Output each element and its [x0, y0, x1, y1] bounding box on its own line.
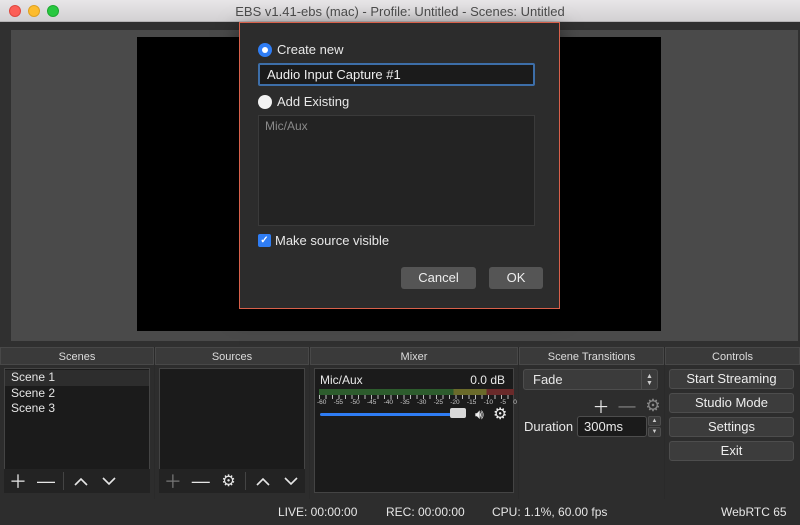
meter-scale-label: -60	[317, 399, 327, 406]
mixer-level-readout: 0.0 dB	[470, 373, 505, 387]
add-scene-button[interactable]: ＋	[4, 469, 32, 493]
scene-transitions-dock: Scene Transitions Fade ▲ ▼ ＋ — ⚙ Duration…	[519, 347, 664, 499]
toolbar-divider	[245, 472, 247, 490]
volume-meter-scale: -60 -55 -50 -45 -40 -35 -30 -25 -20 -15 …	[317, 399, 517, 406]
transition-select[interactable]: Fade ▲ ▼	[523, 369, 658, 390]
start-streaming-button[interactable]: Start Streaming	[669, 369, 794, 389]
meter-scale-label: -20	[450, 399, 460, 406]
create-new-label: Create new	[277, 42, 344, 57]
gear-icon: ⚙	[221, 473, 236, 490]
transition-properties-button[interactable]: ⚙	[643, 396, 663, 416]
source-properties-button[interactable]: ⚙	[215, 469, 243, 493]
meter-scale-label: -25	[433, 399, 443, 406]
make-visible-option[interactable]: ✓ Make source visible	[258, 233, 389, 248]
sources-list-box[interactable]	[159, 368, 305, 470]
mixer-dock-title: Mixer	[310, 347, 518, 365]
meter-scale-label: -45	[366, 399, 377, 406]
exit-button[interactable]: Exit	[669, 441, 794, 461]
webrtc-status: WebRTC 65	[721, 505, 787, 519]
minus-icon: —	[191, 470, 210, 491]
studio-mode-button[interactable]: Studio Mode	[669, 393, 794, 413]
create-new-option[interactable]: Create new	[258, 42, 343, 57]
chevron-up-icon	[74, 477, 88, 486]
scene-item[interactable]: Scene 2	[5, 386, 149, 402]
gear-icon[interactable]: ⚙	[493, 404, 507, 424]
scenes-list: Scene 1 Scene 2 Scene 3	[5, 369, 149, 417]
remove-scene-button[interactable]: —	[32, 469, 60, 493]
add-source-button[interactable]: ＋	[159, 469, 187, 493]
scene-transitions-dock-title: Scene Transitions	[519, 347, 664, 365]
move-scene-up-button[interactable]	[67, 469, 95, 493]
volume-slider-handle[interactable]	[450, 408, 467, 418]
cancel-button[interactable]: Cancel	[401, 267, 476, 289]
create-new-radio[interactable]	[258, 42, 272, 57]
remove-source-button[interactable]: —	[187, 469, 215, 493]
add-source-dialog: Create new Audio Input Capture #1 Add Ex…	[239, 22, 560, 309]
move-source-down-button[interactable]	[277, 469, 305, 493]
live-status: LIVE: 00:00:00	[278, 505, 358, 519]
status-bar: LIVE: 00:00:00 REC: 00:00:00 CPU: 1.1%, …	[0, 499, 800, 525]
rec-status: REC: 00:00:00	[386, 505, 465, 519]
ok-button[interactable]: OK	[489, 267, 543, 289]
meter-scale-label: -10	[483, 399, 493, 406]
dock-area: Scenes Scene 1 Scene 2 Scene 3 ＋ — Sourc…	[0, 347, 800, 499]
move-source-up-button[interactable]	[249, 469, 277, 493]
meter-scale-label: -40	[383, 399, 394, 406]
move-scene-down-button[interactable]	[95, 469, 123, 493]
source-name-input[interactable]: Audio Input Capture #1	[258, 63, 535, 86]
cpu-status: CPU: 1.1%, 60.00 fps	[492, 505, 608, 519]
existing-sources-list[interactable]: Mic/Aux	[258, 115, 535, 226]
volume-slider-track[interactable]	[320, 413, 465, 416]
scenes-dock-title: Scenes	[0, 347, 154, 365]
sources-dock: Sources ＋ — ⚙	[155, 347, 309, 499]
chevron-down-icon	[102, 476, 116, 485]
mixer-channel: Mic/Aux 0.0 dB -60 -55 -50 -45 -40 -35 -…	[314, 368, 517, 493]
sources-toolbar: ＋ — ⚙	[159, 469, 305, 493]
duration-decrement-button[interactable]: ▼	[648, 427, 661, 437]
scenes-dock: Scenes Scene 1 Scene 2 Scene 3 ＋ —	[0, 347, 154, 499]
add-transition-button[interactable]: ＋	[591, 393, 611, 418]
make-visible-label: Make source visible	[275, 233, 390, 248]
window-title: EBS v1.41-ebs (mac) - Profile: Untitled …	[235, 4, 565, 19]
chevron-up-icon	[256, 477, 270, 486]
add-existing-option[interactable]: Add Existing	[258, 94, 349, 109]
scene-item[interactable]: Scene 1	[5, 370, 149, 386]
meter-scale-label: -15	[466, 399, 477, 406]
existing-source-item[interactable]: Mic/Aux	[259, 116, 534, 136]
duration-stepper[interactable]: ▲ ▼	[648, 416, 661, 437]
sources-dock-title: Sources	[155, 347, 309, 365]
meter-scale-label: 0	[513, 399, 517, 406]
controls-dock: Controls Start Streaming Studio Mode Set…	[665, 347, 800, 499]
chevron-down-icon	[284, 476, 298, 485]
make-visible-checkbox[interactable]: ✓	[258, 234, 271, 247]
plus-icon: ＋	[9, 472, 27, 492]
mixer-channel-name: Mic/Aux	[320, 373, 363, 387]
minus-icon: —	[37, 470, 55, 491]
duration-increment-button[interactable]: ▲	[648, 416, 661, 426]
remove-transition-button[interactable]: —	[617, 396, 637, 416]
speaker-icon[interactable]: 🔊︎	[475, 406, 484, 423]
toolbar-divider	[63, 472, 64, 490]
transition-select-value: Fade	[533, 372, 563, 387]
duration-input[interactable]: 300ms	[577, 416, 647, 437]
scenes-toolbar: ＋ —	[4, 469, 150, 493]
duration-label: Duration	[524, 419, 574, 434]
mixer-dock: Mixer Mic/Aux 0.0 dB -60 -55 -50 -45 -40…	[310, 347, 518, 499]
select-arrows-icon: ▲ ▼	[641, 370, 657, 389]
transition-toolbar: ＋ — ⚙	[591, 393, 663, 418]
add-existing-radio[interactable]	[258, 94, 272, 109]
meter-scale-label: -35	[400, 399, 410, 406]
add-existing-label: Add Existing	[277, 94, 350, 109]
meter-scale-label: -30	[416, 399, 427, 406]
plus-icon: ＋	[163, 472, 182, 492]
scene-item[interactable]: Scene 3	[5, 401, 149, 417]
meter-scale-label: -50	[350, 399, 360, 406]
title-bar: EBS v1.41-ebs (mac) - Profile: Untitled …	[0, 0, 800, 22]
meter-scale-label: -55	[333, 399, 344, 406]
settings-button[interactable]: Settings	[669, 417, 794, 437]
scenes-list-box: Scene 1 Scene 2 Scene 3	[4, 368, 150, 470]
controls-dock-title: Controls	[665, 347, 800, 365]
